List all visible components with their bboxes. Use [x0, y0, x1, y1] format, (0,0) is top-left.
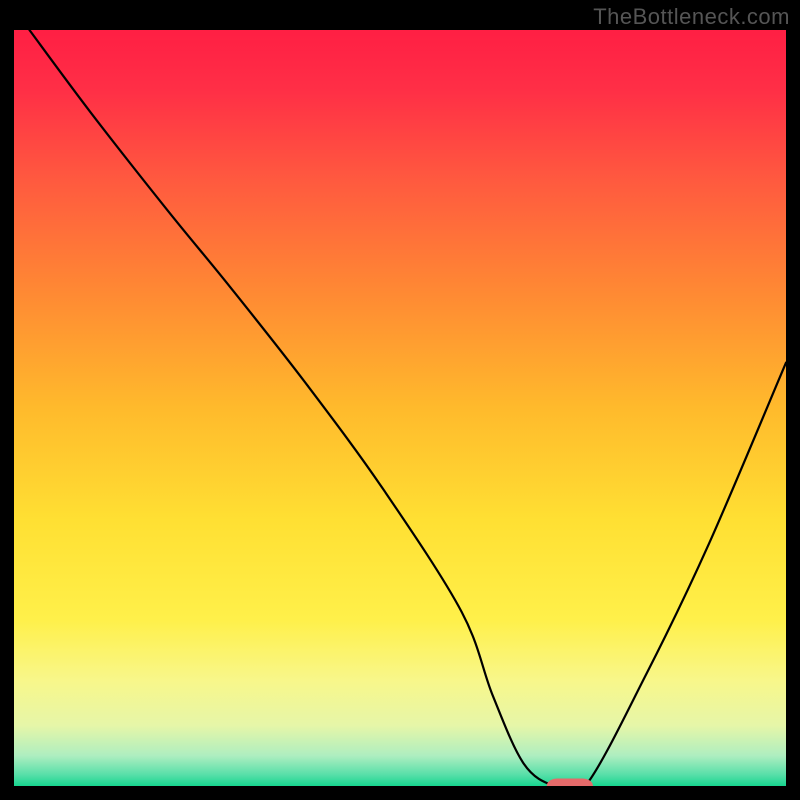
- bottleneck-chart-svg: [14, 30, 786, 786]
- optimal-marker: [547, 778, 593, 786]
- plot-area: [14, 30, 786, 786]
- gradient-background: [14, 30, 786, 786]
- chart-frame: TheBottleneck.com: [0, 0, 800, 800]
- watermark-text: TheBottleneck.com: [593, 4, 790, 30]
